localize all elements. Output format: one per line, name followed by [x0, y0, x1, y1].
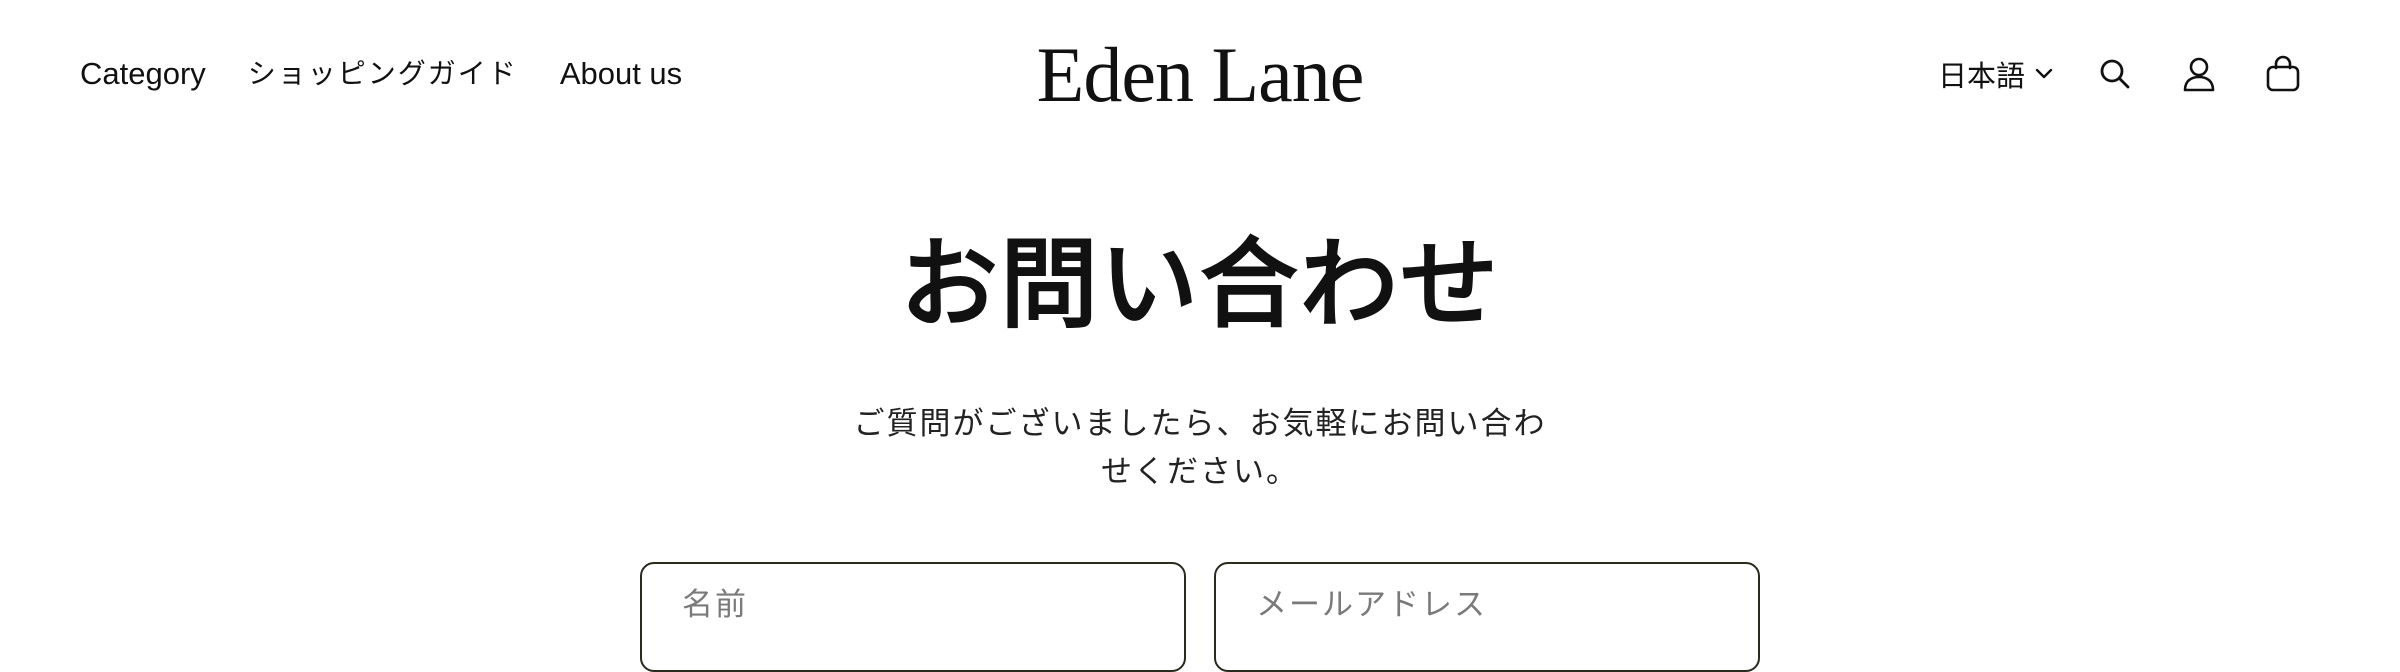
name-input[interactable]	[642, 564, 1184, 670]
site-logo[interactable]: Eden Lane	[1037, 31, 1365, 118]
user-icon	[2183, 57, 2215, 92]
main-nav: Category ショッピングガイド About us	[80, 46, 682, 102]
site-header: Category ショッピングガイド About us Eden Lane 日本…	[0, 0, 2400, 150]
search-button[interactable]	[2093, 52, 2137, 96]
page-subtitle: ご質問がございましたら、お気軽にお問い合わせください。	[853, 406, 1547, 490]
header-utilities: 日本語	[1938, 46, 2305, 102]
nav-link-shopping-guide[interactable]: ショッピングガイド	[248, 46, 518, 102]
page-title: お問い合わせ	[899, 227, 1500, 342]
account-button[interactable]	[2177, 52, 2221, 96]
language-selector[interactable]: 日本語	[1938, 53, 2053, 95]
contact-form	[640, 562, 1760, 672]
email-input[interactable]	[1216, 564, 1758, 670]
cart-button[interactable]	[2261, 52, 2305, 96]
search-icon	[2100, 59, 2130, 89]
language-label: 日本語	[1937, 59, 2025, 93]
email-field-wrap	[1214, 562, 1760, 672]
bag-icon	[2266, 55, 2300, 92]
nav-link-about-us[interactable]: About us	[560, 46, 682, 102]
chevron-down-icon	[2035, 68, 2053, 79]
nav-link-category[interactable]: Category	[80, 46, 206, 102]
name-field-wrap	[640, 562, 1186, 672]
